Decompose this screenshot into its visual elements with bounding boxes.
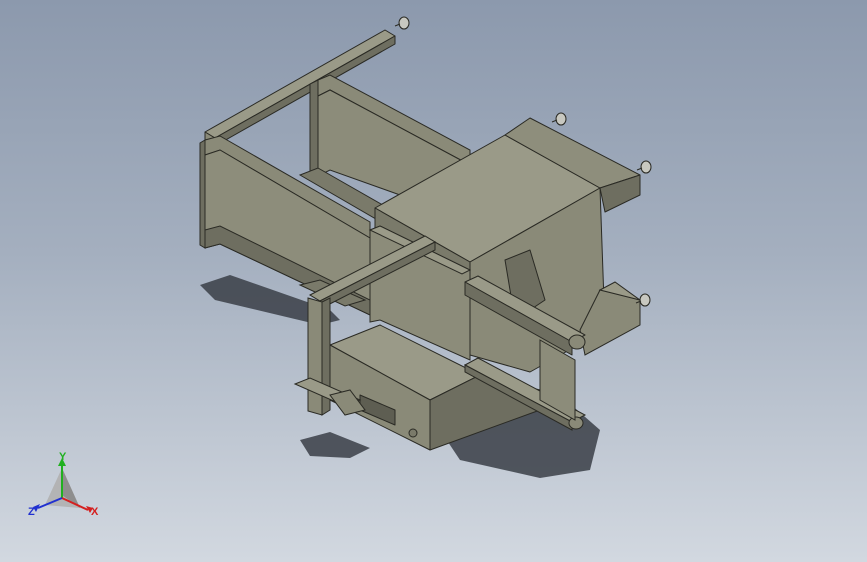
- x-axis-label: X: [91, 506, 99, 518]
- cad-model-view[interactable]: Y X Z: [0, 0, 867, 562]
- coordinate-triad[interactable]: Y X Z: [28, 451, 99, 518]
- z-axis-label: Z: [28, 506, 35, 518]
- graphics-viewport[interactable]: Y X Z: [0, 0, 867, 562]
- y-axis-label: Y: [59, 451, 67, 463]
